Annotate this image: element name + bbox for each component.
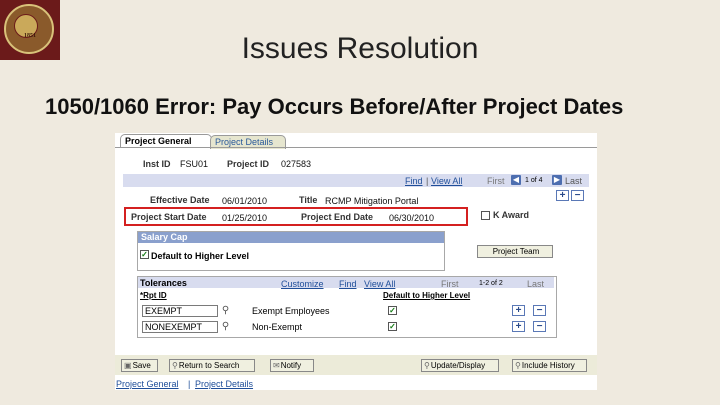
add-row-icon[interactable]: +	[512, 321, 525, 332]
col-rpt-id[interactable]: *Rpt ID	[140, 291, 167, 300]
prev-arrow-icon[interactable]: ◀	[511, 175, 521, 185]
default-checkbox-1[interactable]: ✓	[388, 306, 397, 315]
tolerances-view-all-link[interactable]: View All	[364, 279, 395, 289]
inst-id-label: Inst ID	[143, 159, 171, 169]
tolerances-find-link[interactable]: Find	[339, 279, 357, 289]
col-default-higher-level[interactable]: Default to Higher Level	[383, 291, 470, 300]
lookup-icon[interactable]: ⚲	[220, 321, 231, 332]
save-label: Save	[132, 361, 151, 370]
project-team-button[interactable]: Project Team	[477, 245, 553, 258]
salary-cap-title: Salary Cap	[138, 232, 444, 243]
highlight-box	[124, 207, 468, 226]
footer-separator: |	[188, 379, 191, 389]
separator: |	[426, 176, 429, 186]
salary-cap-default-checkbox[interactable]: ✓	[140, 250, 149, 259]
rpt-id-input-2[interactable]: NONEXEMPT	[142, 321, 218, 333]
delete-row-icon[interactable]: −	[571, 190, 584, 201]
tolerances-last-label: Last	[527, 279, 545, 289]
next-arrow-icon[interactable]: ▶	[552, 175, 562, 185]
page-indicator: 1 of 4	[525, 177, 543, 184]
notify-button[interactable]: ✉Notify	[270, 359, 314, 372]
last-label: Last	[565, 176, 583, 186]
lookup-icon[interactable]: ⚲	[220, 305, 231, 316]
rpt-id-input-1[interactable]: EXEMPT	[142, 305, 218, 317]
update-icon: ⚲	[424, 361, 430, 370]
update-display-label: Update/Display	[430, 361, 486, 370]
customize-link[interactable]: Customize	[281, 279, 324, 289]
salary-cap-default-label: Default to Higher Level	[151, 251, 250, 261]
tab-divider	[115, 147, 597, 148]
k-award-checkbox[interactable]	[481, 211, 490, 220]
view-all-link[interactable]: View All	[431, 176, 462, 186]
find-link[interactable]: Find	[405, 176, 423, 186]
footer-link-project-general[interactable]: Project General	[116, 379, 179, 389]
search-icon: ⚲	[172, 361, 178, 370]
rpt-description-1: Exempt Employees	[252, 306, 330, 316]
rpt-description-2: Non-Exempt	[252, 322, 303, 332]
include-history-button[interactable]: ⚲Include History	[512, 359, 587, 372]
tolerances-title: Tolerances	[140, 278, 187, 288]
title-label: Title	[299, 195, 318, 205]
save-icon: ▣	[124, 361, 132, 370]
add-row-icon[interactable]: +	[512, 305, 525, 316]
delete-row-icon[interactable]: −	[533, 321, 546, 332]
add-row-icon[interactable]: +	[556, 190, 569, 201]
k-award-label: K Award	[493, 210, 530, 220]
footer-link-project-details[interactable]: Project Details	[195, 379, 253, 389]
tolerances-first-label: First	[441, 279, 459, 289]
title-value: RCMP Mitigation Portal	[325, 196, 419, 206]
history-icon: ⚲	[515, 361, 521, 370]
delete-row-icon[interactable]: −	[533, 305, 546, 316]
notify-icon: ✉	[273, 361, 280, 370]
return-to-search-label: Return to Search	[178, 361, 240, 370]
effective-date-label: Effective Date	[150, 195, 210, 205]
slide-subtitle: 1050/1060 Error: Pay Occurs Before/After…	[45, 94, 624, 119]
slide-title: Issues Resolution	[241, 32, 479, 65]
default-checkbox-2[interactable]: ✓	[388, 322, 397, 331]
project-id-label: Project ID	[227, 159, 270, 169]
effective-date-value: 06/01/2010	[222, 196, 268, 206]
tab-project-general[interactable]: Project General	[120, 134, 212, 148]
first-label: First	[487, 176, 505, 186]
include-history-label: Include History	[521, 361, 575, 370]
peoplesoft-screenshot: Project General Project Details Inst ID …	[115, 133, 597, 390]
update-display-button[interactable]: ⚲Update/Display	[421, 359, 499, 372]
project-id-value: 027583	[281, 159, 312, 169]
return-to-search-button[interactable]: ⚲Return to Search	[169, 359, 255, 372]
inst-id-value: FSU01	[180, 159, 209, 169]
notify-label: Notify	[280, 361, 302, 370]
tolerances-page-indicator: 1-2 of 2	[479, 280, 503, 287]
save-button[interactable]: ▣Save	[121, 359, 158, 372]
